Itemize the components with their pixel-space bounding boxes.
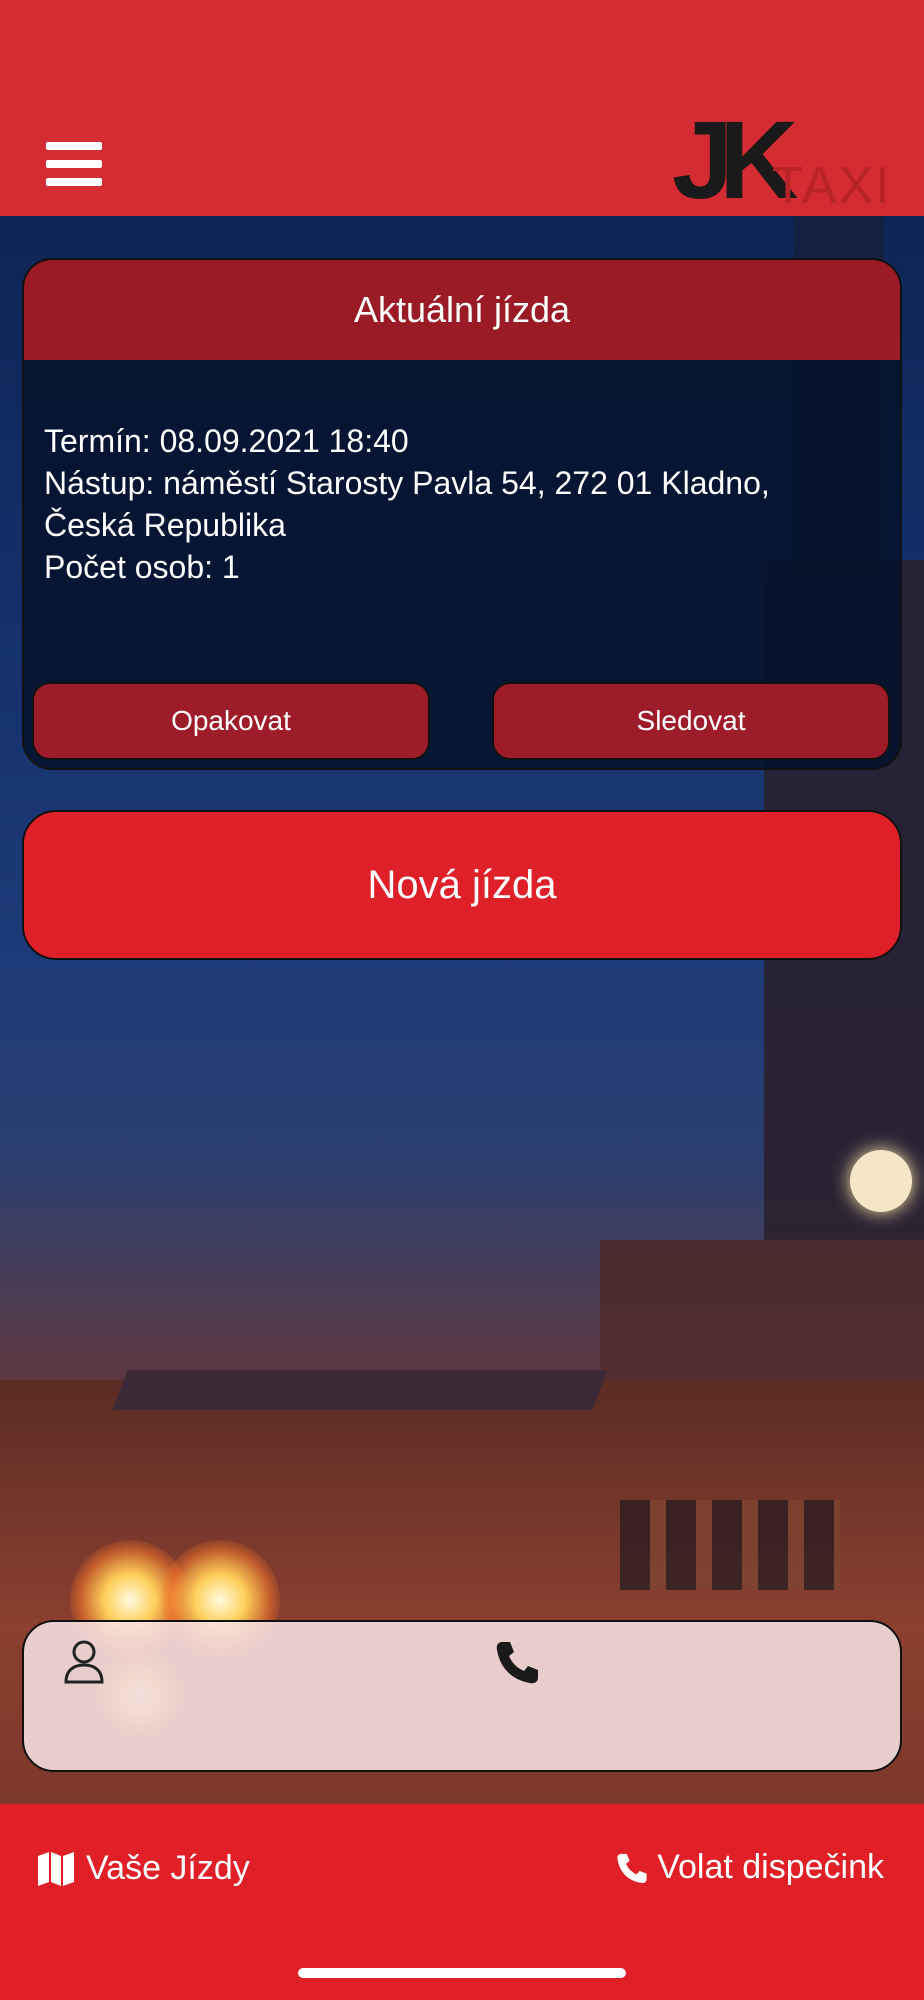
profile-panel (22, 1620, 902, 1772)
phone-icon (617, 1853, 647, 1883)
track-button[interactable]: Sledovat (492, 682, 890, 760)
home-indicator[interactable] (298, 1968, 626, 1978)
phone-icon[interactable] (494, 1638, 538, 1686)
logo-text: JK (672, 99, 799, 222)
ride-details: Termín: 08.09.2021 18:40 Nástup: náměstí… (24, 360, 900, 588)
new-ride-button[interactable]: Nová jízda (22, 810, 902, 960)
ride-pickup-country: Česká Republika (44, 507, 286, 543)
repeat-button[interactable]: Opakovat (32, 682, 430, 760)
hamburger-menu-icon[interactable] (44, 138, 104, 190)
app-header: JK TAXI (0, 0, 924, 216)
nav-call-dispatch[interactable]: Volat dispečink (615, 1848, 884, 1887)
nav-your-rides[interactable]: Vaše Jízdy (36, 1848, 250, 1888)
current-ride-card: Aktuální jízda Termín: 08.09.2021 18:40 … (22, 258, 902, 770)
nav-your-rides-label: Vaše Jízdy (86, 1848, 250, 1887)
current-ride-title: Aktuální jízda (24, 260, 900, 360)
jk-taxi-logo: JK TAXI (672, 106, 892, 216)
logo-subtext: TAXI (772, 157, 892, 215)
clock-face (850, 1150, 912, 1212)
ride-pickup: Nástup: náměstí Starosty Pavla 54, 272 0… (44, 465, 770, 501)
user-icon (64, 1640, 104, 1684)
map-icon (38, 1852, 74, 1886)
ride-term: Termín: 08.09.2021 18:40 (44, 423, 409, 459)
nav-call-dispatch-label: Volat dispečink (657, 1848, 884, 1886)
ride-passengers: Počet osob: 1 (44, 549, 240, 585)
building-windows (620, 1500, 840, 1590)
roof (112, 1370, 608, 1410)
